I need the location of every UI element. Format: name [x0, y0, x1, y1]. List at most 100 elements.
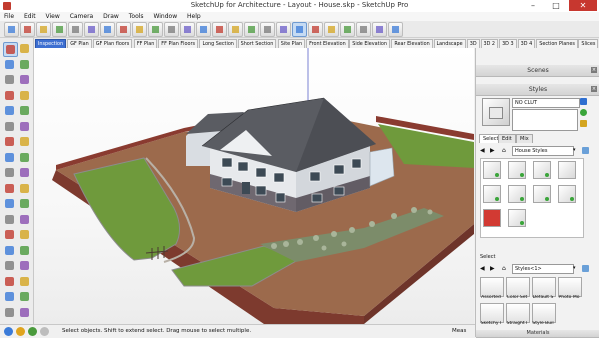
look-around-icon[interactable]	[3, 306, 16, 319]
style-swatch[interactable]	[558, 185, 576, 203]
menu-camera[interactable]: Camera	[66, 12, 98, 21]
rectangle-icon[interactable]	[3, 104, 16, 117]
orbit-icon[interactable]	[52, 22, 67, 37]
geo-location-icon[interactable]	[4, 327, 13, 336]
refresh-icon[interactable]	[580, 120, 587, 127]
credits-icon[interactable]	[16, 327, 25, 336]
orbit-icon[interactable]	[3, 244, 16, 257]
front-view-icon[interactable]	[180, 22, 195, 37]
pan-icon[interactable]	[68, 22, 83, 37]
style-description-field[interactable]	[512, 109, 578, 131]
wireframe-icon[interactable]	[276, 22, 291, 37]
right-view-icon[interactable]	[196, 22, 211, 37]
style-name-field[interactable]: NO CLUT	[512, 98, 580, 108]
component-icon[interactable]	[18, 42, 31, 55]
style-folder[interactable]	[480, 303, 504, 323]
model-viewport[interactable]	[34, 48, 474, 324]
monochrome-icon[interactable]	[340, 22, 355, 37]
style-swatch[interactable]	[508, 185, 526, 203]
push-pull-icon[interactable]	[3, 151, 16, 164]
axes-icon[interactable]	[3, 228, 16, 241]
tab-edit[interactable]: Edit	[498, 134, 516, 143]
menu-edit[interactable]: Edit	[20, 12, 40, 21]
position-camera-icon[interactable]	[3, 290, 16, 303]
scenes-panel-header[interactable]: Scenes ×	[476, 65, 599, 77]
eraser-icon[interactable]	[18, 58, 31, 71]
close-button[interactable]: ✕	[569, 0, 597, 11]
menu-file[interactable]: File	[0, 12, 18, 21]
tab-3d-4[interactable]: 3D 4	[517, 39, 536, 48]
tab-3d-3[interactable]: 3D 3	[499, 39, 517, 48]
menu-window[interactable]: Window	[149, 12, 181, 21]
create-style-icon[interactable]	[580, 109, 587, 116]
line-icon[interactable]	[3, 73, 16, 86]
style-folder[interactable]	[480, 277, 504, 297]
text-icon[interactable]	[18, 213, 31, 226]
menu-view[interactable]: View	[42, 12, 64, 21]
style-swatch[interactable]	[508, 209, 526, 227]
style-library-select[interactable]: House Styles	[512, 146, 574, 156]
left-view-icon[interactable]	[228, 22, 243, 37]
tab-slices[interactable]: Slices	[578, 39, 599, 48]
previous-icon[interactable]	[18, 275, 31, 288]
tab-section-planes[interactable]: Section Planes	[536, 39, 578, 48]
move-icon[interactable]	[3, 166, 16, 179]
style-folder[interactable]	[506, 277, 530, 297]
3d-text-icon[interactable]	[18, 228, 31, 241]
next-view-icon[interactable]	[132, 22, 147, 37]
home-icon[interactable]: ⌂	[502, 147, 506, 154]
styles-panel-header[interactable]: Styles ×	[476, 84, 599, 96]
home-icon[interactable]: ⌂	[502, 265, 506, 272]
tape-measure-icon[interactable]	[3, 197, 16, 210]
tab-ff-plan-floors[interactable]: FF Plan Floors	[158, 39, 198, 48]
top-view-icon[interactable]	[164, 22, 179, 37]
pan-icon[interactable]	[18, 244, 31, 257]
section-plane-icon[interactable]	[18, 306, 31, 319]
style-swatch[interactable]	[558, 161, 576, 179]
details-icon[interactable]	[582, 147, 589, 154]
maximize-button[interactable]: □	[546, 0, 566, 11]
hidden-line-icon[interactable]	[292, 22, 307, 37]
circle-icon[interactable]	[3, 120, 16, 133]
close-icon[interactable]: ×	[591, 67, 597, 73]
help-icon[interactable]	[40, 327, 49, 336]
follow-me-icon[interactable]	[18, 166, 31, 179]
back-arrow-icon[interactable]: ◀	[480, 265, 485, 272]
tab-mix[interactable]: Mix	[516, 134, 533, 143]
chevron-down-icon[interactable]: ▾	[573, 265, 576, 271]
zoom-window-icon[interactable]	[18, 259, 31, 272]
tab-front-elevation[interactable]: Front Elevation	[306, 39, 349, 48]
select-icon[interactable]	[4, 22, 19, 37]
style-swatch[interactable]	[483, 161, 501, 179]
forward-arrow-icon[interactable]: ▶	[490, 265, 495, 272]
scale-icon[interactable]	[18, 182, 31, 195]
select-tool-icon[interactable]	[3, 42, 18, 57]
tab-3d[interactable]: 3D	[466, 39, 480, 48]
style-swatch[interactable]	[533, 185, 551, 203]
previous-view-icon[interactable]	[116, 22, 131, 37]
tab-rear-elevation[interactable]: Rear Elevation	[391, 39, 433, 48]
chevron-down-icon[interactable]: ▾	[573, 147, 576, 153]
style-folder[interactable]	[506, 303, 530, 323]
style-folder[interactable]	[558, 277, 582, 297]
eraser-icon[interactable]	[20, 22, 35, 37]
zoom-extents-icon[interactable]	[3, 275, 16, 288]
arc-icon[interactable]	[3, 89, 16, 102]
section-cuts-icon[interactable]	[372, 22, 387, 37]
style-swatch[interactable]	[483, 185, 501, 203]
freehand-icon[interactable]	[18, 73, 31, 86]
user-icon[interactable]	[28, 327, 37, 336]
paint-bucket-icon[interactable]	[3, 58, 16, 71]
rotate-icon[interactable]	[3, 182, 16, 195]
dimension-icon[interactable]	[18, 197, 31, 210]
pie-icon[interactable]	[3, 135, 16, 148]
section-plane-icon[interactable]	[356, 22, 371, 37]
tab-3d-2[interactable]: 3D 2	[480, 39, 498, 48]
protractor-icon[interactable]	[3, 213, 16, 226]
forward-arrow-icon[interactable]: ▶	[490, 147, 495, 154]
style-swatch[interactable]	[508, 161, 526, 179]
menu-tools[interactable]: Tools	[125, 12, 148, 21]
style-swatch[interactable]	[483, 209, 501, 227]
iso-view-icon[interactable]	[148, 22, 163, 37]
arc-2-icon[interactable]	[18, 89, 31, 102]
